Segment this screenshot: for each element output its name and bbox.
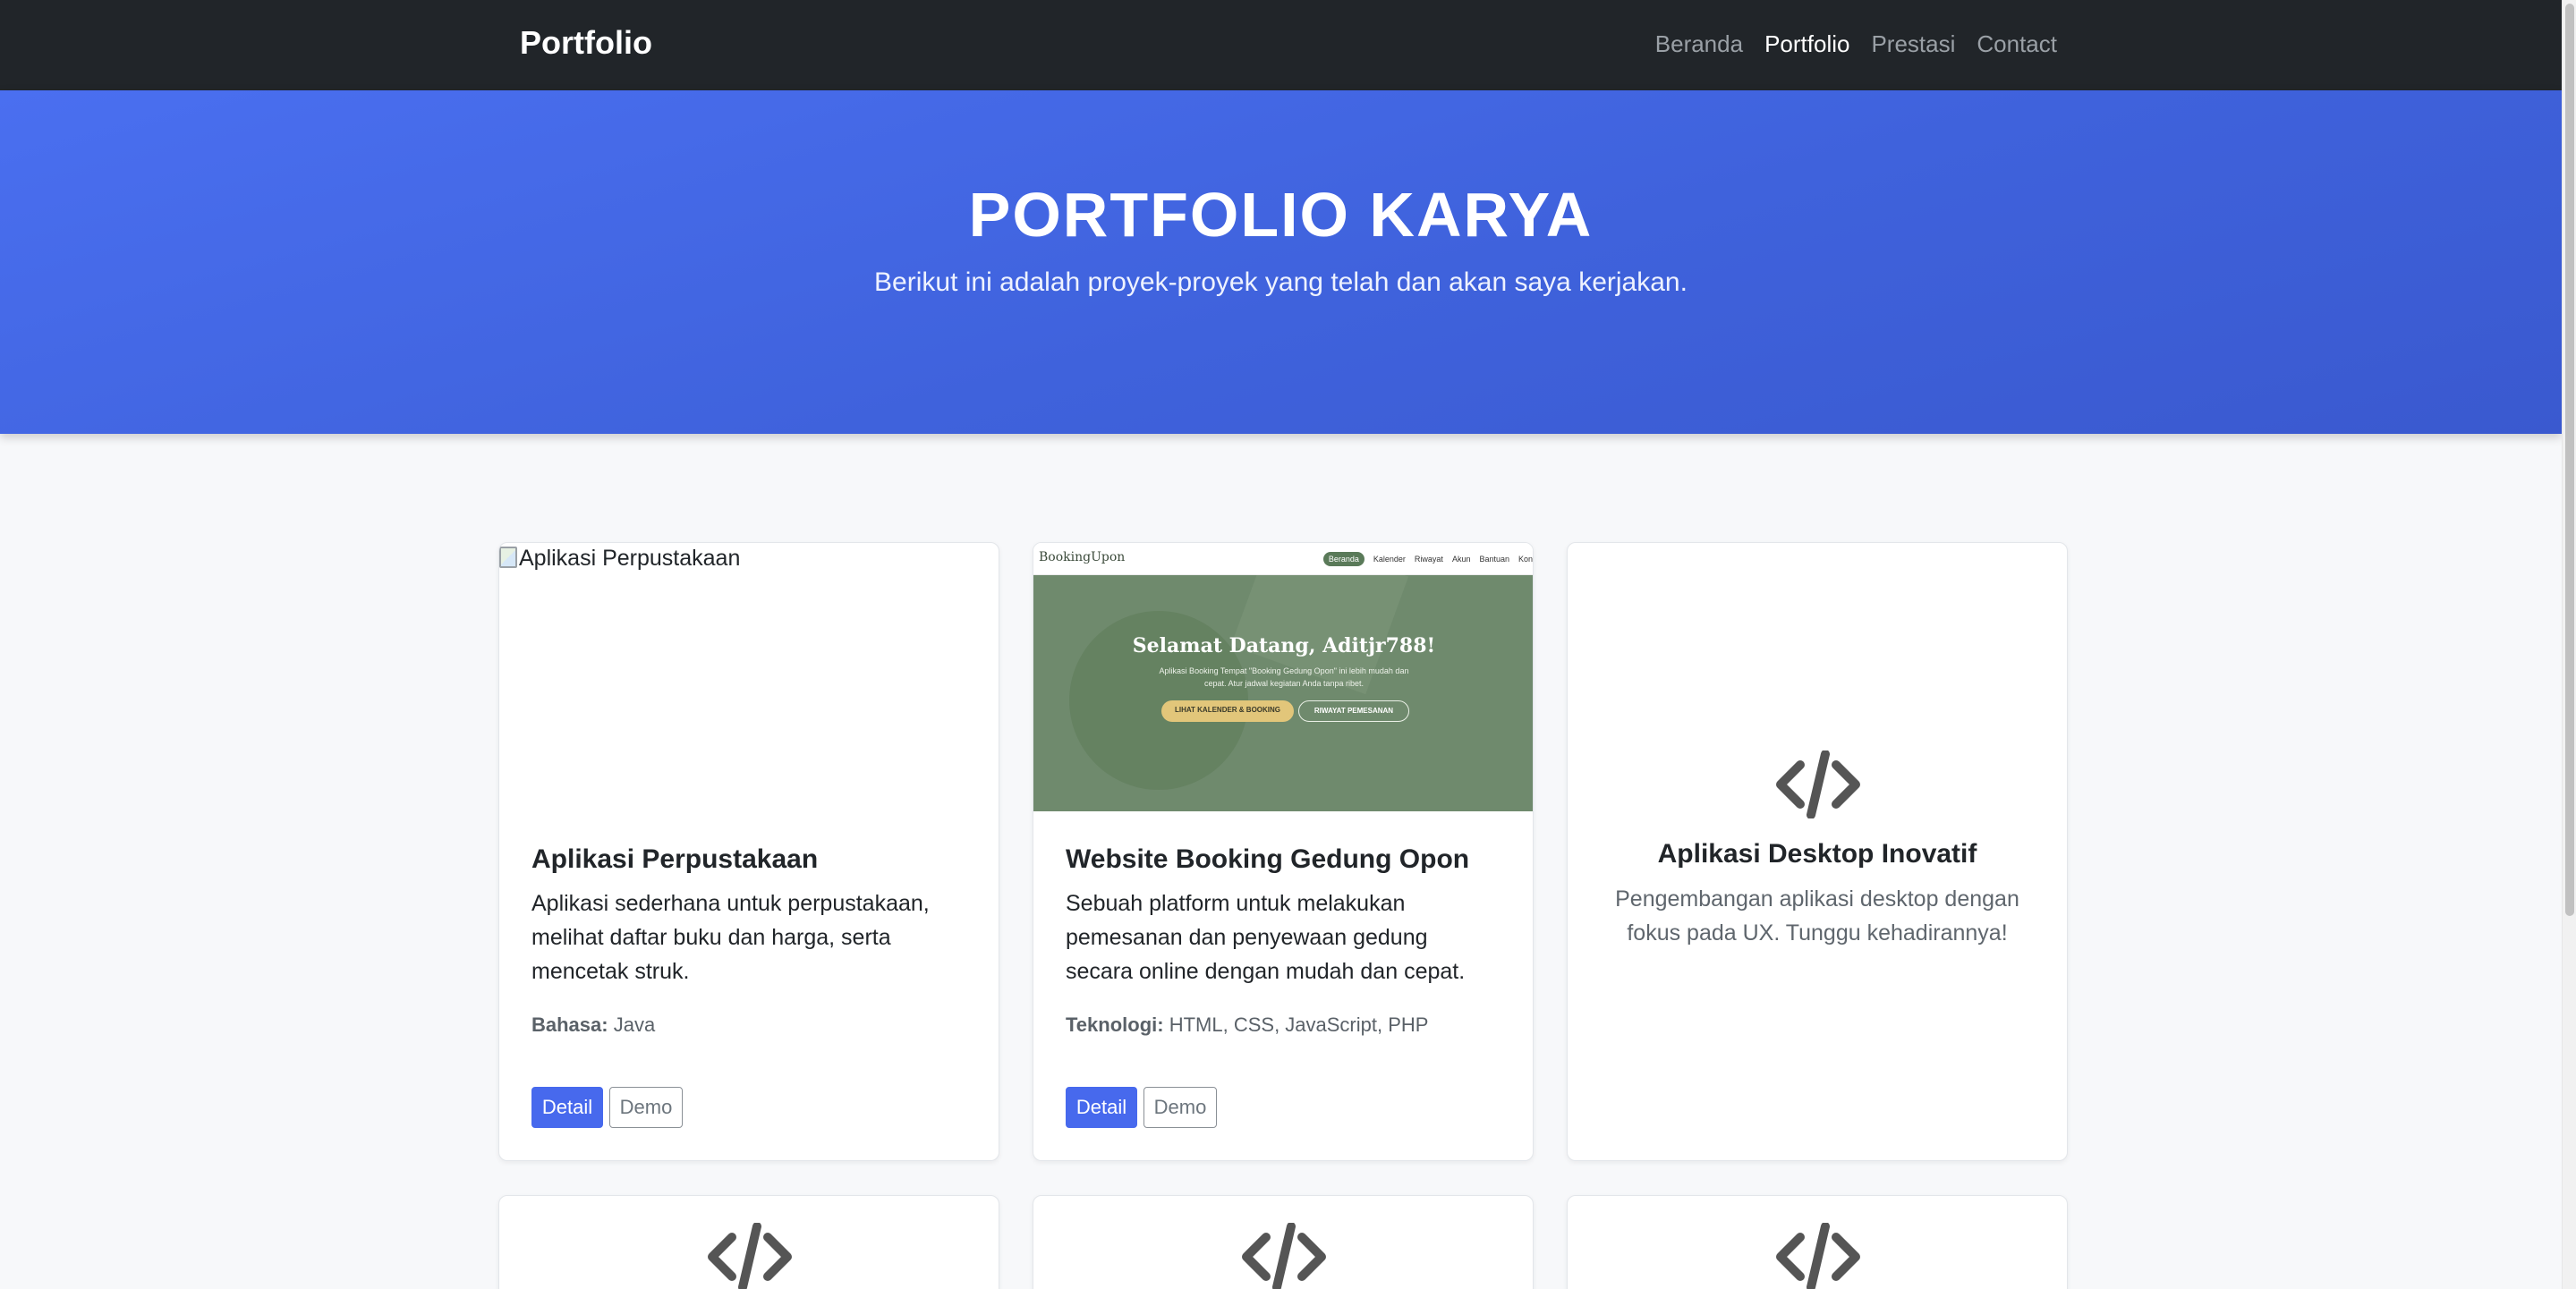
nav-link-portfolio[interactable]: Portfolio [1764, 28, 1849, 60]
screenshot-nav-item: Riwayat [1414, 555, 1443, 564]
screenshot-nav-item: Akun [1451, 555, 1471, 564]
hero-section: PORTFOLIO KARYA Berikut ini adalah proye… [0, 90, 2562, 434]
detail-button[interactable]: Detail [531, 1087, 603, 1128]
screenshot-title: Selamat Datang, Aditjr788! [1132, 634, 1436, 657]
card-meta-value: Java [613, 1013, 656, 1036]
card-meta-value: HTML, CSS, JavaScript, PHP [1169, 1013, 1429, 1036]
project-screenshot-booking: BookingUpon Beranda Kalender Riwayat Aku… [1033, 543, 1533, 811]
navbar-brand[interactable]: Portfolio [520, 23, 652, 63]
card-description: Sebuah platform untuk melakukan pemesana… [1066, 891, 1466, 984]
demo-button[interactable]: Demo [1143, 1087, 1217, 1128]
screenshot-button-calendar: LIHAT KALENDER & BOOKING [1161, 700, 1294, 722]
scrollbar-track[interactable] [2562, 0, 2576, 1289]
code-icon [1776, 751, 1860, 818]
screenshot-nav-item: Kalender [1373, 555, 1406, 564]
nav-link-prestasi[interactable]: Prestasi [1871, 28, 1955, 60]
card-meta: Bahasa: Java [531, 1012, 966, 1039]
project-card-placeholder [1567, 1195, 2068, 1289]
hero-title: PORTFOLIO KARYA [968, 180, 1594, 250]
screenshot-nav-item: Kon [1518, 555, 1533, 564]
card-title: Aplikasi Perpustakaan [531, 844, 819, 874]
screenshot-subtitle: Aplikasi Booking Tempat "Booking Gedung … [1159, 666, 1409, 688]
card-title: Aplikasi Desktop Inovatif [1657, 839, 1977, 869]
screenshot-brand: BookingUpon [1039, 550, 1126, 564]
code-icon [1242, 1223, 1326, 1289]
project-card-placeholder [498, 1195, 999, 1289]
card-meta: Teknologi: HTML, CSS, JavaScript, PHP [1066, 1012, 1501, 1039]
project-card-booking: BookingUpon Beranda Kalender Riwayat Aku… [1033, 542, 1534, 1161]
screenshot-nav-item: Bantuan [1479, 555, 1509, 564]
demo-button[interactable]: Demo [609, 1087, 683, 1128]
screenshot-navbar: BookingUpon Beranda Kalender Riwayat Aku… [1033, 543, 1533, 575]
project-card-placeholder [1033, 1195, 1534, 1289]
broken-image-icon [499, 547, 517, 568]
project-card-perpustakaan: Aplikasi Perpustakaan Aplikasi Perpustak… [498, 542, 999, 1161]
screenshot-button-history: RIWAYAT PEMESANAN [1298, 700, 1409, 722]
image-alt-text: Aplikasi Perpustakaan [519, 546, 741, 571]
card-title: Website Booking Gedung Opon [1066, 844, 1470, 874]
nav-link-beranda[interactable]: Beranda [1655, 28, 1743, 60]
card-meta-label: Bahasa: [531, 1013, 608, 1036]
screenshot-nav: Beranda Kalender Riwayat Akun Bantuan Ko… [1322, 552, 1533, 566]
card-description: Pengembangan aplikasi desktop dengan fok… [1615, 886, 2019, 946]
code-icon [708, 1223, 792, 1289]
nav-links: Beranda Portfolio Prestasi Contact [1655, 28, 2057, 60]
project-image-perpustakaan: Aplikasi Perpustakaan [499, 543, 999, 811]
hero-subtitle: Berikut ini adalah proyek-proyek yang te… [874, 267, 1688, 297]
scrollbar-thumb[interactable] [2565, 4, 2574, 916]
detail-button[interactable]: Detail [1066, 1087, 1137, 1128]
navbar: Portfolio Beranda Portfolio Prestasi Con… [0, 0, 2562, 90]
project-card-desktop: Aplikasi Desktop Inovatif Pengembangan a… [1567, 542, 2068, 1161]
screenshot-nav-item: Beranda [1322, 552, 1365, 566]
code-icon [1776, 1223, 1860, 1289]
nav-link-contact[interactable]: Contact [1977, 28, 2057, 60]
card-meta-label: Teknologi: [1066, 1013, 1164, 1036]
card-description: Aplikasi sederhana untuk perpustakaan, m… [531, 891, 930, 984]
screenshot-hero: Selamat Datang, Aditjr788! Aplikasi Book… [1033, 575, 1533, 811]
